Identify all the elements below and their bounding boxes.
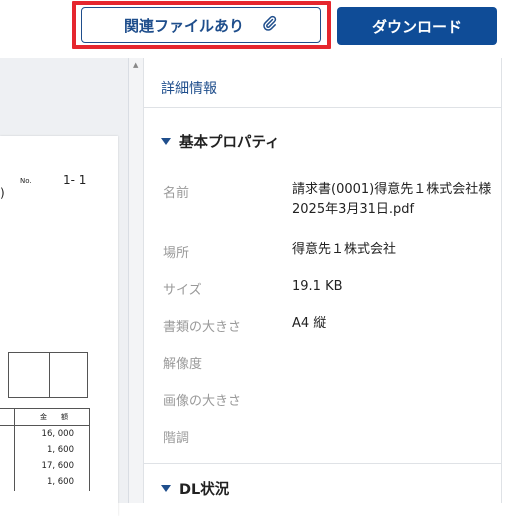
- doc-amount-header: 金 額: [40, 413, 68, 421]
- basic-properties-label: 基本プロパティ: [179, 135, 280, 151]
- divider: [144, 463, 501, 464]
- doc-amount-table: 金 額 16, 000 1, 600 17, 600 1, 600: [0, 408, 90, 491]
- download-button[interactable]: ダウンロード: [337, 7, 497, 45]
- doc-number-label: No.: [20, 177, 32, 185]
- basic-properties-toggle[interactable]: 基本プロパティ: [161, 131, 280, 152]
- dl-status-toggle[interactable]: DL状況: [161, 478, 229, 499]
- prop-value-paper-size: A4 縦: [292, 316, 327, 331]
- scroll-up-icon[interactable]: ▲: [133, 61, 138, 69]
- paperclip-icon: [262, 15, 278, 35]
- prop-label-name: 名前: [163, 186, 190, 201]
- prop-label-size: サイズ: [163, 283, 202, 298]
- panel-gutter: [502, 58, 514, 503]
- prop-label-location: 場所: [163, 246, 190, 261]
- doc-stamp-box: [8, 352, 88, 398]
- related-files-button[interactable]: 関連ファイルあり: [81, 7, 321, 43]
- dl-status-label: DL状況: [179, 482, 230, 498]
- prop-label-image-size: 画像の大きさ: [163, 394, 242, 409]
- prop-value-location: 得意先１株式会社: [292, 242, 397, 257]
- doc-number-value: 1- 1: [63, 173, 87, 187]
- caret-down-icon: [161, 138, 171, 145]
- doc-table-header: 金 額: [0, 409, 90, 426]
- details-title: 詳細情報: [161, 81, 217, 97]
- prop-value-name: 請求書(0001)得意先１株式会社様2025年3月31日.pdf: [292, 182, 492, 217]
- download-label: ダウンロード: [371, 17, 462, 36]
- scrollbar[interactable]: ▲: [129, 58, 144, 503]
- details-panel: 詳細情報 基本プロパティ 名前 請求書(0001)得意先１株式会社様2025年3…: [144, 58, 502, 503]
- caret-down-icon: [161, 485, 171, 492]
- toolbar: 関連ファイルあり ダウンロード: [0, 0, 514, 58]
- related-files-label: 関連ファイルあり: [123, 16, 244, 35]
- prop-label-gradation: 階調: [163, 431, 190, 446]
- divider: [144, 107, 501, 108]
- document-page: No. 1- 1 ) 金 額 16, 000 1, 600 17, 600 1,…: [0, 136, 118, 516]
- prop-value-size: 19.1 KB: [292, 279, 343, 294]
- doc-text-fragment: ): [0, 186, 5, 200]
- prop-label-paper-size: 書類の大きさ: [163, 320, 242, 335]
- prop-label-resolution: 解像度: [163, 357, 203, 372]
- document-preview[interactable]: No. 1- 1 ) 金 額 16, 000 1, 600 17, 600 1,…: [0, 58, 128, 516]
